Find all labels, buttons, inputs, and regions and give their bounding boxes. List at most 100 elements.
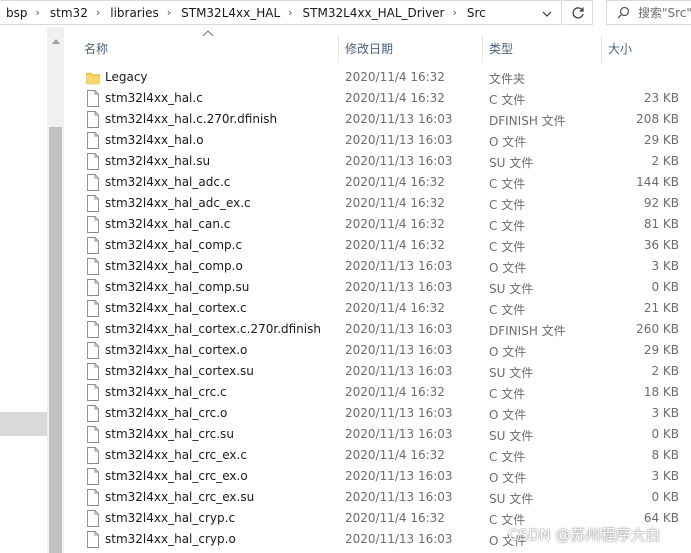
file-date: 2020/11/13 16:03 (345, 154, 453, 168)
chevron-down-icon (542, 11, 552, 17)
file-size: 0 KB (651, 280, 679, 294)
file-icon (87, 489, 99, 506)
file-row[interactable]: stm32l4xx_hal_comp.su 2020/11/13 16:03 SU … (64, 277, 691, 298)
file-icon (87, 279, 99, 296)
file-row[interactable]: stm32l4xx_hal_adc_ex.c 2020/11/4 16:32 C 文… (64, 193, 691, 214)
file-date: 2020/11/4 16:32 (345, 448, 445, 462)
file-name: Legacy (105, 70, 148, 84)
file-type: SU 文件 (489, 156, 534, 170)
file-date: 2020/11/4 16:32 (345, 175, 445, 189)
file-size: 36 KB (643, 238, 679, 252)
file-icon (87, 510, 99, 527)
file-icon (87, 174, 99, 191)
file-row[interactable]: stm32l4xx_hal_can.c 2020/11/4 16:32 C 文件 81… (64, 214, 691, 235)
file-date: 2020/11/4 16:32 (345, 385, 445, 399)
breadcrumb-item[interactable]: STM32L4xx_HAL (175, 6, 284, 20)
navigation-pane[interactable] (0, 27, 47, 553)
file-row[interactable]: stm32l4xx_hal_cortex.su 2020/11/13 16:03 S… (64, 361, 691, 382)
file-name: stm32l4xx_hal_crc_ex.su (105, 490, 255, 504)
file-icon (87, 258, 99, 275)
file-row[interactable]: Legacy 2020/11/4 16:32 文件夹 (64, 67, 691, 88)
scroll-up-button[interactable] (47, 35, 64, 47)
file-row[interactable]: stm32l4xx_hal.c 2020/11/4 16:32 C 文件 23 KB (64, 88, 691, 109)
breadcrumb-separator-icon[interactable]: › (32, 6, 44, 19)
file-row[interactable]: stm32l4xx_hal_cortex.c.270r.dfinish 2020/… (64, 319, 691, 340)
file-row[interactable]: stm32l4xx_hal_crc_ex.su 2020/11/13 16:03 S… (64, 487, 691, 508)
file-row[interactable]: stm32l4xx_hal_crc_ex.c 2020/11/4 16:32 C 文… (64, 445, 691, 466)
file-type: O 文件 (489, 345, 527, 359)
file-type: C 文件 (489, 219, 526, 233)
file-date: 2020/11/13 16:03 (345, 469, 453, 483)
watermark: CSDN @苏州程序大白 (508, 526, 661, 544)
file-type: O 文件 (489, 261, 527, 275)
file-date: 2020/11/13 16:03 (345, 280, 453, 294)
file-row[interactable]: stm32l4xx_hal_crc.o 2020/11/13 16:03 O 文件 3… (64, 403, 691, 424)
file-type: O 文件 (489, 471, 527, 485)
breadcrumb-item[interactable]: Src (461, 6, 490, 20)
file-size: 2 KB (651, 364, 679, 378)
file-size: 64 KB (643, 511, 679, 525)
column-header-date[interactable]: 修改日期 (345, 40, 393, 57)
column-header-name[interactable]: 名称 (84, 40, 108, 57)
file-icon (87, 405, 99, 422)
scrollbar-thumb[interactable] (49, 127, 62, 553)
file-name: stm32l4xx_hal.o (105, 133, 204, 147)
breadcrumb-item[interactable]: STM32L4xx_HAL_Driver (297, 6, 449, 20)
column-header-type[interactable]: 类型 (489, 40, 513, 57)
file-row[interactable]: stm32l4xx_hal_cortex.o 2020/11/13 16:03 O … (64, 340, 691, 361)
file-row[interactable]: stm32l4xx_hal.c.270r.dfinish 2020/11/13 1… (64, 109, 691, 130)
file-date: 2020/11/13 16:03 (345, 259, 453, 273)
file-type: DFINISH 文件 (489, 114, 566, 128)
caret-up-icon (51, 38, 60, 44)
file-row[interactable]: stm32l4xx_hal_crc_ex.o 2020/11/13 16:03 O … (64, 466, 691, 487)
file-name: stm32l4xx_hal_cryp.c (105, 511, 236, 525)
address-bar[interactable]: bsp › stm32 › libraries › STM32L4xx_HAL … (0, 0, 562, 25)
file-type: O 文件 (489, 408, 527, 422)
file-name: stm32l4xx_hal_cortex.su (105, 364, 254, 378)
file-row[interactable]: stm32l4xx_hal_cortex.c 2020/11/4 16:32 C 文… (64, 298, 691, 319)
file-icon (87, 90, 99, 107)
file-date: 2020/11/4 16:32 (345, 301, 445, 315)
breadcrumb-separator-icon[interactable]: › (284, 6, 296, 19)
breadcrumb-item[interactable]: stm32 (44, 6, 92, 20)
file-row[interactable]: stm32l4xx_hal_crc.su 2020/11/13 16:03 SU 文… (64, 424, 691, 445)
file-name: stm32l4xx_hal_comp.su (105, 280, 250, 294)
file-row[interactable]: stm32l4xx_hal.o 2020/11/13 16:03 O 文件 29 KB (64, 130, 691, 151)
file-row[interactable]: stm32l4xx_hal_comp.c 2020/11/4 16:32 C 文件 3… (64, 235, 691, 256)
file-size: 29 KB (643, 343, 679, 357)
file-type: C 文件 (489, 387, 526, 401)
file-icon (87, 531, 99, 548)
address-dropdown-button[interactable] (533, 1, 561, 26)
search-input[interactable]: 搜索"Src" (638, 4, 691, 21)
column-divider[interactable] (338, 35, 339, 63)
file-row[interactable]: stm32l4xx_hal_comp.o 2020/11/13 16:03 O 文件… (64, 256, 691, 277)
file-date: 2020/11/13 16:03 (345, 427, 453, 441)
file-type: C 文件 (489, 240, 526, 254)
breadcrumb-item[interactable]: libraries (104, 6, 162, 20)
search-icon (617, 6, 630, 19)
refresh-button[interactable] (563, 0, 593, 25)
file-icon (87, 216, 99, 233)
refresh-icon (572, 6, 584, 18)
file-name: stm32l4xx_hal_cortex.c (105, 301, 247, 315)
file-name: stm32l4xx_hal_cryp.o (105, 532, 236, 546)
file-date: 2020/11/4 16:32 (345, 217, 445, 231)
file-date: 2020/11/4 16:32 (345, 70, 445, 84)
breadcrumb-separator-icon[interactable]: › (92, 6, 104, 19)
column-header-size[interactable]: 大小 (608, 40, 632, 57)
breadcrumb-separator-icon[interactable]: › (448, 6, 460, 19)
search-box[interactable]: 搜索"Src" (606, 0, 691, 25)
file-row[interactable]: stm32l4xx_hal_adc.c 2020/11/4 16:32 C 文件 14… (64, 172, 691, 193)
column-divider[interactable] (482, 35, 483, 63)
file-date: 2020/11/13 16:03 (345, 406, 453, 420)
file-size: 3 KB (651, 259, 679, 273)
breadcrumb-separator-icon[interactable]: › (163, 6, 175, 19)
file-row[interactable]: stm32l4xx_hal_crc.c 2020/11/4 16:32 C 文件 18… (64, 382, 691, 403)
nav-scrollbar[interactable] (47, 27, 64, 553)
file-row[interactable]: stm32l4xx_hal.su 2020/11/13 16:03 SU 文件 2 K… (64, 151, 691, 172)
breadcrumb-item[interactable]: bsp (0, 6, 32, 20)
nav-selected-item[interactable] (0, 412, 47, 436)
column-divider[interactable] (601, 35, 602, 63)
file-size: 3 KB (651, 469, 679, 483)
file-size: 0 KB (651, 427, 679, 441)
